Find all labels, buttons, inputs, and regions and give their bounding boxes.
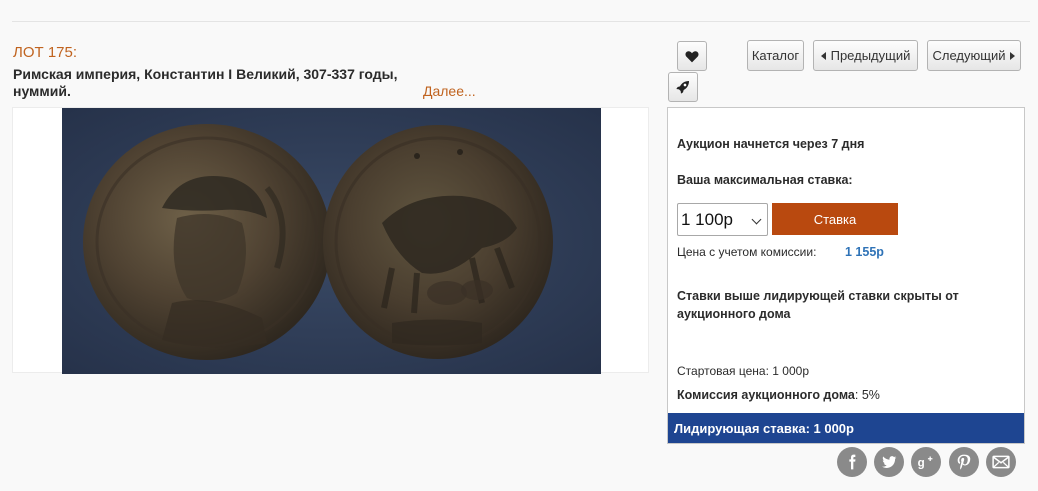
place-bid-button[interactable]: Ставка (772, 203, 898, 235)
coin-photo[interactable] (62, 108, 601, 374)
commission-value: : 5% (854, 388, 880, 402)
leading-bid-bar: Лидирующая ставка: 1 000р (668, 413, 1024, 443)
lot-number: ЛОТ 175: (13, 44, 78, 61)
twitter-icon (882, 456, 897, 468)
lot-photo-frame (12, 107, 649, 374)
catalog-label: Каталог (751, 48, 800, 63)
bid-amount-value: 1 100р (681, 209, 733, 229)
caret-left-icon (820, 51, 826, 60)
email-icon (992, 455, 1010, 469)
share-google-plus-button[interactable]: g (911, 447, 941, 477)
more-link[interactable]: Далее... (423, 83, 476, 99)
facebook-icon (849, 454, 856, 470)
bid-panel: Аукцион начнется через 7 дня Ваша максим… (667, 107, 1025, 444)
share-twitter-button[interactable] (874, 447, 904, 477)
catalog-button[interactable]: Каталог (747, 40, 804, 71)
start-price-value: 1 000р (772, 364, 809, 378)
share-pinterest-button[interactable] (949, 447, 979, 477)
caret-right-icon (1010, 51, 1016, 60)
share-email-button[interactable] (986, 447, 1016, 477)
next-button[interactable]: Следующий (927, 40, 1021, 71)
fee-price-label: Цена с учетом комиссии: (677, 245, 817, 259)
heart-icon (685, 50, 699, 62)
previous-label: Предыдущий (830, 48, 911, 63)
hidden-bids-note: Ставки выше лидирующей ставки скрыты от … (677, 289, 959, 321)
commission-label: Комиссия аукционного дома (677, 388, 855, 402)
commission: Комиссия аукционного дома: 5% (677, 388, 880, 402)
start-price: Стартовая цена: 1 000р (677, 364, 809, 378)
rocket-icon (676, 81, 689, 94)
share-facebook-button[interactable] (837, 447, 867, 477)
top-divider (12, 21, 1030, 22)
start-price-label: Стартовая цена: (677, 364, 769, 378)
svg-text:g: g (918, 458, 925, 470)
next-label: Следующий (932, 48, 1006, 63)
favorite-button[interactable] (677, 41, 707, 71)
max-bid-label: Ваша максимальная ставка: (677, 173, 853, 187)
chevron-down-icon (751, 214, 762, 225)
pinterest-icon (957, 454, 971, 470)
lot-title: Римская империя, Константин I Великий, 3… (13, 66, 398, 99)
auction-start-text: Аукцион начнется через 7 дня (677, 137, 865, 151)
bid-amount-select[interactable]: 1 100р (677, 203, 768, 236)
notify-button[interactable] (668, 72, 698, 102)
previous-button[interactable]: Предыдущий (813, 40, 918, 71)
google-plus-icon: g (918, 456, 933, 470)
fee-price-value: 1 155р (845, 245, 884, 259)
